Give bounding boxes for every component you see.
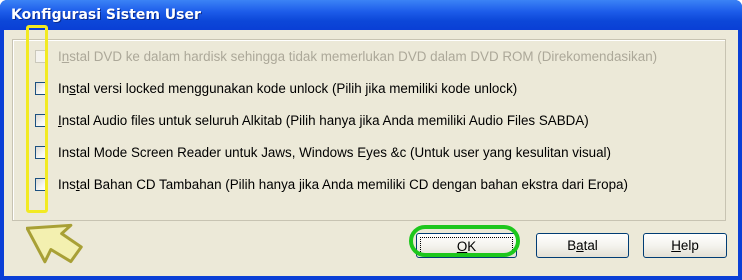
- option-install-dvd-label: Instal DVD ke dalam hardisk sehingga tid…: [58, 49, 658, 64]
- window-title: Konfigurasi Sistem User: [11, 7, 201, 23]
- cancel-button[interactable]: Batal: [536, 233, 629, 258]
- options-group: Instal DVD ke dalam hardisk sehingga tid…: [12, 39, 726, 221]
- option-audio-files-label[interactable]: Instal Audio files untuk seluruh Alkitab…: [58, 112, 589, 130]
- title-bar[interactable]: Konfigurasi Sistem User: [0, 0, 742, 30]
- pointing-arrow-icon: [26, 223, 83, 264]
- option-locked-version-label[interactable]: Instal versi locked menggunakan kode unl…: [58, 80, 517, 98]
- option-extra-cd-label[interactable]: Instal Bahan CD Tambahan (Pilih hanya ji…: [58, 176, 628, 194]
- ok-button-highlight: [409, 225, 520, 257]
- help-button[interactable]: Help: [643, 233, 727, 258]
- checkbox-highlight: [26, 25, 48, 213]
- option-screen-reader-label[interactable]: Instal Mode Screen Reader untuk Jaws, Wi…: [58, 144, 611, 162]
